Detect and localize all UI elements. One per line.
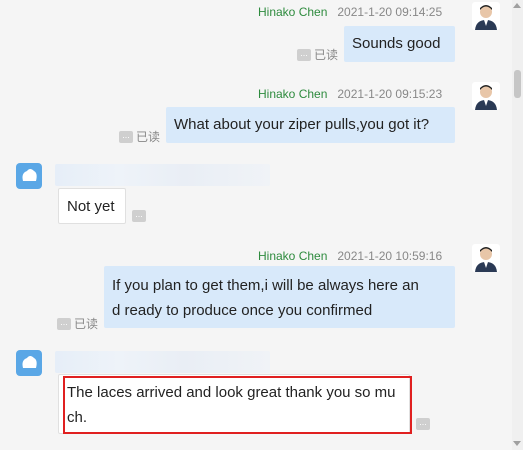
message-meta: Hinako Chen 2021-1-20 10:59:16 — [258, 249, 442, 263]
scroll-up-icon[interactable] — [513, 3, 521, 8]
more-dots-icon[interactable]: ... — [416, 418, 430, 430]
more-dots-icon[interactable]: ... — [297, 48, 311, 61]
message-line: If you plan to get them,i will be always… — [112, 277, 419, 294]
more-dots-icon[interactable]: ... — [132, 210, 146, 222]
message-bubble[interactable]: Not yet — [58, 188, 126, 224]
customer-avatar-icon[interactable] — [16, 163, 42, 189]
user-avatar-icon[interactable] — [472, 244, 500, 272]
sender-name: Hinako Chen — [258, 5, 328, 19]
timestamp: 2021-1-20 09:14:25 — [337, 5, 443, 19]
timestamp: 2021-1-20 09:15:23 — [337, 87, 443, 101]
message-line: d ready to produce once you confirmed — [112, 302, 373, 319]
read-label: 已读 — [74, 317, 99, 331]
scroll-down-icon[interactable] — [513, 441, 521, 446]
scrollbar-thumb[interactable] — [514, 70, 521, 98]
read-label: 已读 — [314, 48, 339, 62]
message-meta: Hinako Chen 2021-1-20 09:15:23 — [258, 87, 442, 101]
read-status: ... 已读 — [297, 46, 338, 63]
message-bubble[interactable]: If you plan to get them,i will be always… — [104, 266, 455, 328]
message-bubble[interactable]: Sounds good — [344, 26, 455, 62]
sender-name-blurred — [55, 164, 270, 186]
sender-name: Hinako Chen — [258, 87, 328, 101]
read-label: 已读 — [136, 130, 161, 144]
user-avatar-icon[interactable] — [472, 82, 500, 110]
user-avatar-icon[interactable] — [472, 2, 500, 30]
timestamp: 2021-1-20 10:59:16 — [337, 249, 443, 263]
more-dots-icon[interactable]: ... — [119, 130, 133, 143]
scrollbar-track[interactable] — [512, 0, 523, 450]
sender-name-blurred — [55, 351, 270, 373]
message-meta: Hinako Chen 2021-1-20 09:14:25 — [258, 5, 442, 19]
sender-name: Hinako Chen — [258, 249, 328, 263]
more-dots-icon[interactable]: ... — [57, 317, 71, 330]
customer-avatar-icon[interactable] — [16, 350, 42, 376]
read-status: ... 已读 — [119, 128, 160, 145]
chat-window: Hinako Chen 2021-1-20 09:14:25 Sounds goo… — [0, 0, 523, 450]
highlight-box — [63, 376, 412, 434]
message-bubble[interactable]: What about your ziper pulls,you got it? — [166, 107, 455, 143]
read-status: ... 已读 — [57, 315, 98, 332]
